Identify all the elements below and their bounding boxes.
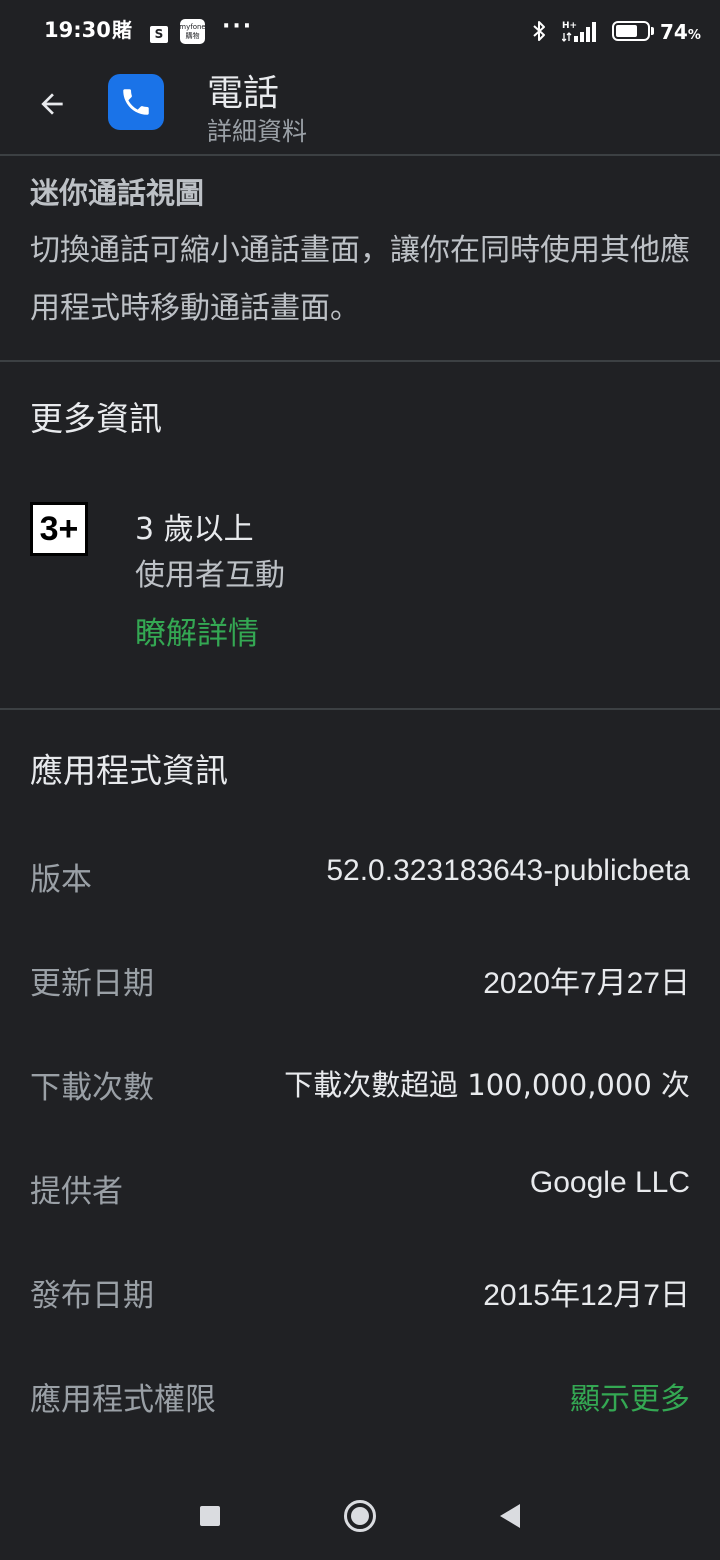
- shopping-bag-letter: S: [150, 25, 168, 43]
- info-row-downloads: 下載次數 下載次數超過 100,000,000 次: [0, 1062, 720, 1118]
- app-title: 電話: [207, 73, 280, 114]
- network-type-label: H+: [562, 21, 577, 31]
- rating-age: 3 歲以上: [135, 512, 254, 547]
- info-value: 下載次數超過 100,000,000 次: [284, 1068, 690, 1102]
- app-bar: 電話 詳細資料: [0, 64, 720, 156]
- myfone-icon-top: myfone: [179, 22, 206, 31]
- info-label: 發布日期: [30, 1278, 154, 1314]
- info-label: 應用程式權限: [30, 1382, 216, 1418]
- system-nav-bar: [0, 1470, 720, 1560]
- info-row-released: 發布日期 2015年12月7日: [0, 1270, 720, 1326]
- myfone-icon: myfone 購物: [179, 19, 206, 44]
- battery-percent: 74%: [660, 20, 701, 44]
- bluetooth-icon: [530, 19, 548, 43]
- app-icon: [108, 74, 164, 130]
- phone-icon: [123, 89, 149, 115]
- feature-title: 迷你通話視圖: [30, 176, 205, 210]
- shopping-bag-icon: S: [148, 21, 170, 43]
- recents-button[interactable]: [192, 1498, 228, 1534]
- arrow-left-icon: [41, 93, 63, 115]
- info-value: 2015年12月7日: [483, 1279, 690, 1312]
- info-label: 更新日期: [30, 966, 154, 1002]
- battery-percent-value: 74: [660, 20, 688, 44]
- app-info-heading: 應用程式資訊: [30, 751, 228, 790]
- content-rating-badge: 3+: [30, 502, 88, 556]
- info-row-version: 版本 52.0.323183643-publicbeta: [0, 854, 720, 910]
- more-info-heading: 更多資訊: [30, 399, 162, 438]
- feature-section: 迷你通話視圖 切換通話可縮小通話畫面，讓你在同時使用其他應用程式時移動通話畫面。: [0, 156, 720, 362]
- app-info-section: 應用程式資訊 版本 52.0.323183643-publicbeta 更新日期…: [0, 710, 720, 1450]
- info-value: 52.0.323183643-publicbeta: [326, 854, 690, 887]
- back-button[interactable]: [30, 82, 74, 126]
- info-row-permissions: 應用程式權限 顯示更多: [0, 1374, 720, 1430]
- content-rating-label: 3+: [39, 509, 79, 548]
- info-value: 2020年7月27日: [483, 967, 690, 1000]
- app-subtitle: 詳細資料: [207, 117, 308, 146]
- battery-percent-sign: %: [687, 28, 701, 43]
- notification-icon: 賭: [112, 17, 132, 42]
- battery-shell: [612, 21, 650, 41]
- info-label: 提供者: [30, 1174, 123, 1210]
- home-button[interactable]: [342, 1498, 378, 1534]
- more-notifications-icon: ···: [222, 13, 254, 39]
- more-info-section: 更多資訊 3+ 3 歲以上 使用者互動 瞭解詳情: [0, 362, 720, 710]
- myfone-icon-bottom: 購物: [185, 31, 200, 40]
- triangle-back-icon: [500, 1504, 520, 1528]
- battery-tip: [651, 27, 654, 35]
- status-time: 19:30: [44, 18, 111, 42]
- info-label: 版本: [30, 862, 92, 898]
- battery-fill: [616, 25, 638, 37]
- info-value: Google LLC: [529, 1166, 690, 1199]
- signal-icon: H+: [562, 19, 600, 43]
- show-more-link[interactable]: 顯示更多: [570, 1374, 690, 1418]
- status-bar: 19:30 賭 S myfone 購物 ··· H+ 74%: [0, 0, 720, 64]
- info-label: 下載次數: [30, 1070, 154, 1106]
- battery-icon: [610, 19, 656, 43]
- learn-more-link[interactable]: 瞭解詳情: [135, 608, 259, 653]
- info-row-provider: 提供者 Google LLC: [0, 1166, 720, 1222]
- screen: 19:30 賭 S myfone 購物 ··· H+ 74% 電話 詳細資料 迷…: [0, 0, 720, 1560]
- square-icon: [200, 1506, 220, 1526]
- feature-description: 切換通話可縮小通話畫面，讓你在同時使用其他應用程式時移動通話畫面。: [30, 233, 690, 326]
- info-row-updated: 更新日期 2020年7月27日: [0, 958, 720, 1014]
- circle-icon: [344, 1500, 376, 1532]
- nav-back-button[interactable]: [492, 1498, 528, 1534]
- rating-description: 使用者互動: [135, 558, 285, 593]
